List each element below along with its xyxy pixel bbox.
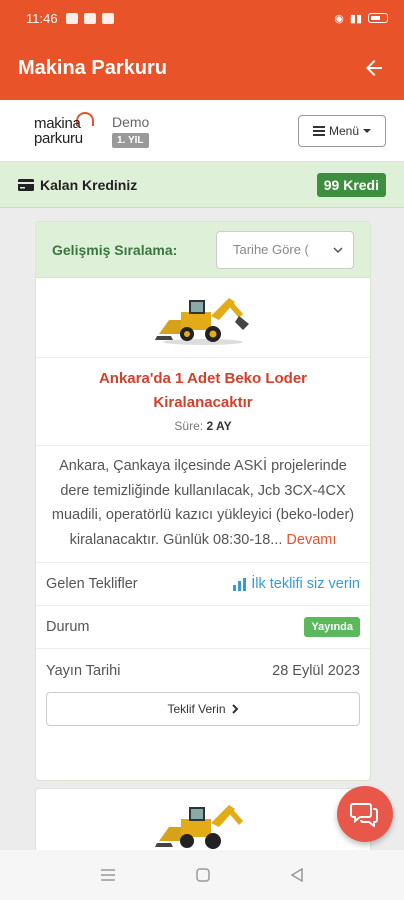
app-title: Makina Parkuru [18,56,167,79]
sort-label: Gelişmiş Sıralama: [52,241,178,258]
bars-chart-icon [233,577,247,591]
hamburger-icon [312,125,325,136]
excavator-image-2 [155,805,243,849]
site-header: makina parkuru Demo 1. YIL Menü [0,100,404,162]
status-bar: 11:46 ◉ ▮▮ [0,0,404,36]
offers-row: Gelen Teklifler İlk teklifi siz verin [36,563,370,606]
listing-image[interactable] [36,278,370,358]
caret-down-icon [363,128,372,133]
status-label: Durum [46,619,90,635]
back-icon[interactable] [290,868,304,882]
duration-label: Süre: [174,419,204,433]
status-row: Durum Yayında [36,606,370,649]
sort-selected: Tarihe Göre ( [233,242,309,257]
credit-badge: 99 Kredi [316,172,386,197]
back-arrow-icon[interactable] [362,56,386,80]
listing-card: Gelişmiş Sıralama: Tarihe Göre ( Ankara'… [35,221,371,781]
account-info: Demo 1. YIL [112,114,149,148]
date-label: Yayın Tarihi [46,662,121,679]
year-badge: 1. YIL [112,132,149,148]
logo-line2: parkuru [34,129,83,147]
menu-label: Menü [328,123,360,138]
app-icon [83,12,96,24]
menu-button[interactable]: Menü [298,114,386,147]
first-offer-link[interactable]: İlk teklifi siz verin [233,576,360,592]
site-logo[interactable]: makina parkuru [34,111,104,149]
recent-apps-icon[interactable] [100,868,116,882]
listing-description: Ankara, Çankaya ilçesinde ASKİ projeleri… [36,446,370,563]
notification-icons [65,12,114,24]
listing-card-2[interactable] [35,788,371,858]
card-icon [18,178,34,191]
youtube-icon [65,12,78,24]
app-bar: Makina Parkuru [0,36,404,100]
wifi-icon: ◉ [334,12,344,25]
credit-bar: Kalan Krediniz 99 Kredi [0,162,404,208]
system-icons: ◉ ▮▮ [334,12,388,25]
make-offer-label: Teklif Verin [167,702,226,716]
credit-label: Kalan Krediniz [40,176,138,193]
offers-label: Gelen Teklifler [46,576,138,592]
listing-title[interactable]: Ankara'da 1 Adet Beko Loder Kiralanacakt… [36,358,370,415]
chat-icon [350,803,378,827]
make-offer-button[interactable]: Teklif Verin [46,692,360,726]
battery-icon [368,13,388,23]
chevron-right-icon [231,704,238,714]
excavator-image [155,297,249,345]
system-nav-bar [0,850,404,900]
status-time: 11:46 [26,10,58,26]
duration-value: 2 AY [206,419,232,433]
gmail-icon [101,12,114,24]
home-icon[interactable] [196,868,210,882]
demo-label: Demo [112,113,150,130]
chat-button[interactable] [337,786,393,842]
listing-duration: Süre: 2 AY [36,419,370,446]
date-row: Yayın Tarihi 28 Eylül 2023 [36,649,370,692]
sort-select[interactable]: Tarihe Göre ( [216,230,354,269]
status-badge: Yayında [304,617,360,637]
read-more-link[interactable]: Devamı [286,532,336,548]
chevron-down-icon [333,246,343,253]
signal-icon: ▮▮ [349,12,362,25]
date-value: 28 Eylül 2023 [272,662,360,679]
first-offer-text: İlk teklifi siz verin [251,576,360,592]
sort-header: Gelişmiş Sıralama: Tarihe Göre ( [36,222,370,278]
